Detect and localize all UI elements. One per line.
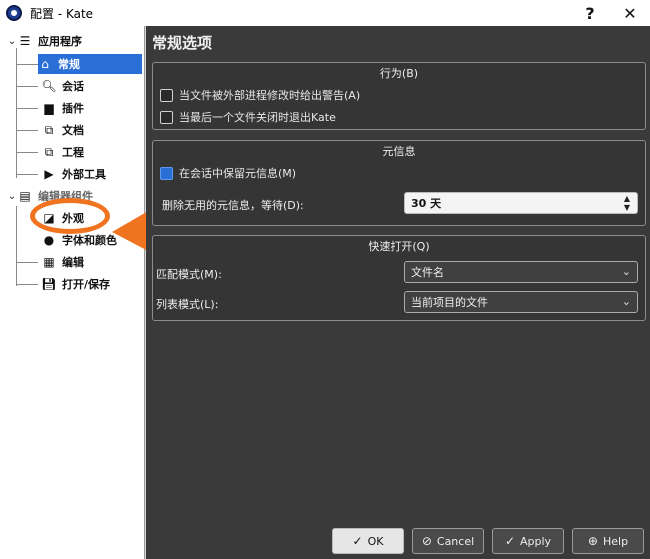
checkbox-box-checked[interactable]: [160, 166, 173, 180]
delete-unused-meta-label: 删除无用的元信息，等待(D):: [162, 199, 304, 212]
combobox-value: 当前项目的文件: [411, 296, 488, 309]
list-mode-label: 列表模式(L):: [156, 298, 219, 311]
spin-down-icon[interactable]: ▼: [624, 203, 630, 212]
apply-button[interactable]: ✓ Apply: [492, 528, 564, 554]
page-title: 常规选项: [152, 34, 213, 52]
lifebuoy-icon: ⊕: [587, 534, 598, 548]
combobox-value: 文件名: [411, 266, 444, 279]
behavior-group-heading: 行为(B): [379, 67, 419, 80]
warn-external-change-checkbox[interactable]: 当文件被外部进程修改时给出警告(A): [160, 87, 360, 103]
list-mode-combobox[interactable]: 当前项目的文件 ⌄: [404, 291, 638, 313]
spinbox-arrows[interactable]: ▲ ▼: [620, 194, 634, 212]
chevron-down-icon[interactable]: ⌄: [622, 295, 631, 308]
checkbox-label: 当文件被外部进程修改时给出警告(A): [179, 89, 361, 102]
quit-on-last-close-checkbox[interactable]: 当最后一个文件关闭时退出Kate: [160, 109, 336, 125]
delete-unused-days-spinbox[interactable]: 30 天 ▲ ▼: [404, 192, 638, 214]
cancel-button[interactable]: ⊘ Cancel: [412, 528, 484, 554]
button-label: Apply: [520, 534, 552, 548]
main-panel: 常规选项 行为(B) 当文件被外部进程修改时给出警告(A) 当最后一个文件关闭时…: [146, 26, 650, 559]
dialog-button-bar: ✓ OK ⊘ Cancel ✓ Apply ⊕ Help: [332, 528, 650, 554]
meta-info-group: 元信息 在会话中保留元信息(M) 删除无用的元信息，等待(D): 30 天 ▲ …: [152, 140, 646, 226]
spinbox-value: 30 天: [411, 197, 442, 210]
match-mode-combobox[interactable]: 文件名 ⌄: [404, 261, 638, 283]
quick-open-group: 快速打开(Q) 匹配模式(M): 文件名 ⌄ 列表模式(L): 当前项目的文件 …: [152, 235, 646, 321]
meta-info-group-heading: 元信息: [382, 145, 416, 158]
checkbox-box[interactable]: [160, 110, 173, 124]
spin-up-icon[interactable]: ▲: [624, 194, 630, 203]
checkmark-icon: ✓: [504, 534, 515, 548]
cancel-circle-icon: ⊘: [421, 534, 432, 548]
keep-meta-checkbox[interactable]: 在会话中保留元信息(M): [160, 165, 296, 181]
ok-button[interactable]: ✓ OK: [332, 528, 404, 554]
button-label: OK: [367, 534, 384, 548]
chevron-down-icon[interactable]: ⌄: [622, 265, 631, 278]
checkmark-icon: ✓: [352, 534, 363, 548]
button-label: Cancel: [436, 534, 475, 548]
checkbox-label: 当最后一个文件关闭时退出Kate: [179, 111, 336, 124]
match-mode-label: 匹配模式(M):: [156, 268, 222, 281]
button-label: Help: [602, 534, 629, 548]
checkbox-label: 在会话中保留元信息(M): [179, 167, 297, 180]
behavior-group: 行为(B) 当文件被外部进程修改时给出警告(A) 当最后一个文件关闭时退出Kat…: [152, 62, 646, 130]
checkbox-box[interactable]: [160, 88, 173, 102]
quick-open-group-heading: 快速打开(Q): [368, 240, 430, 253]
help-dialog-button[interactable]: ⊕ Help: [572, 528, 644, 554]
